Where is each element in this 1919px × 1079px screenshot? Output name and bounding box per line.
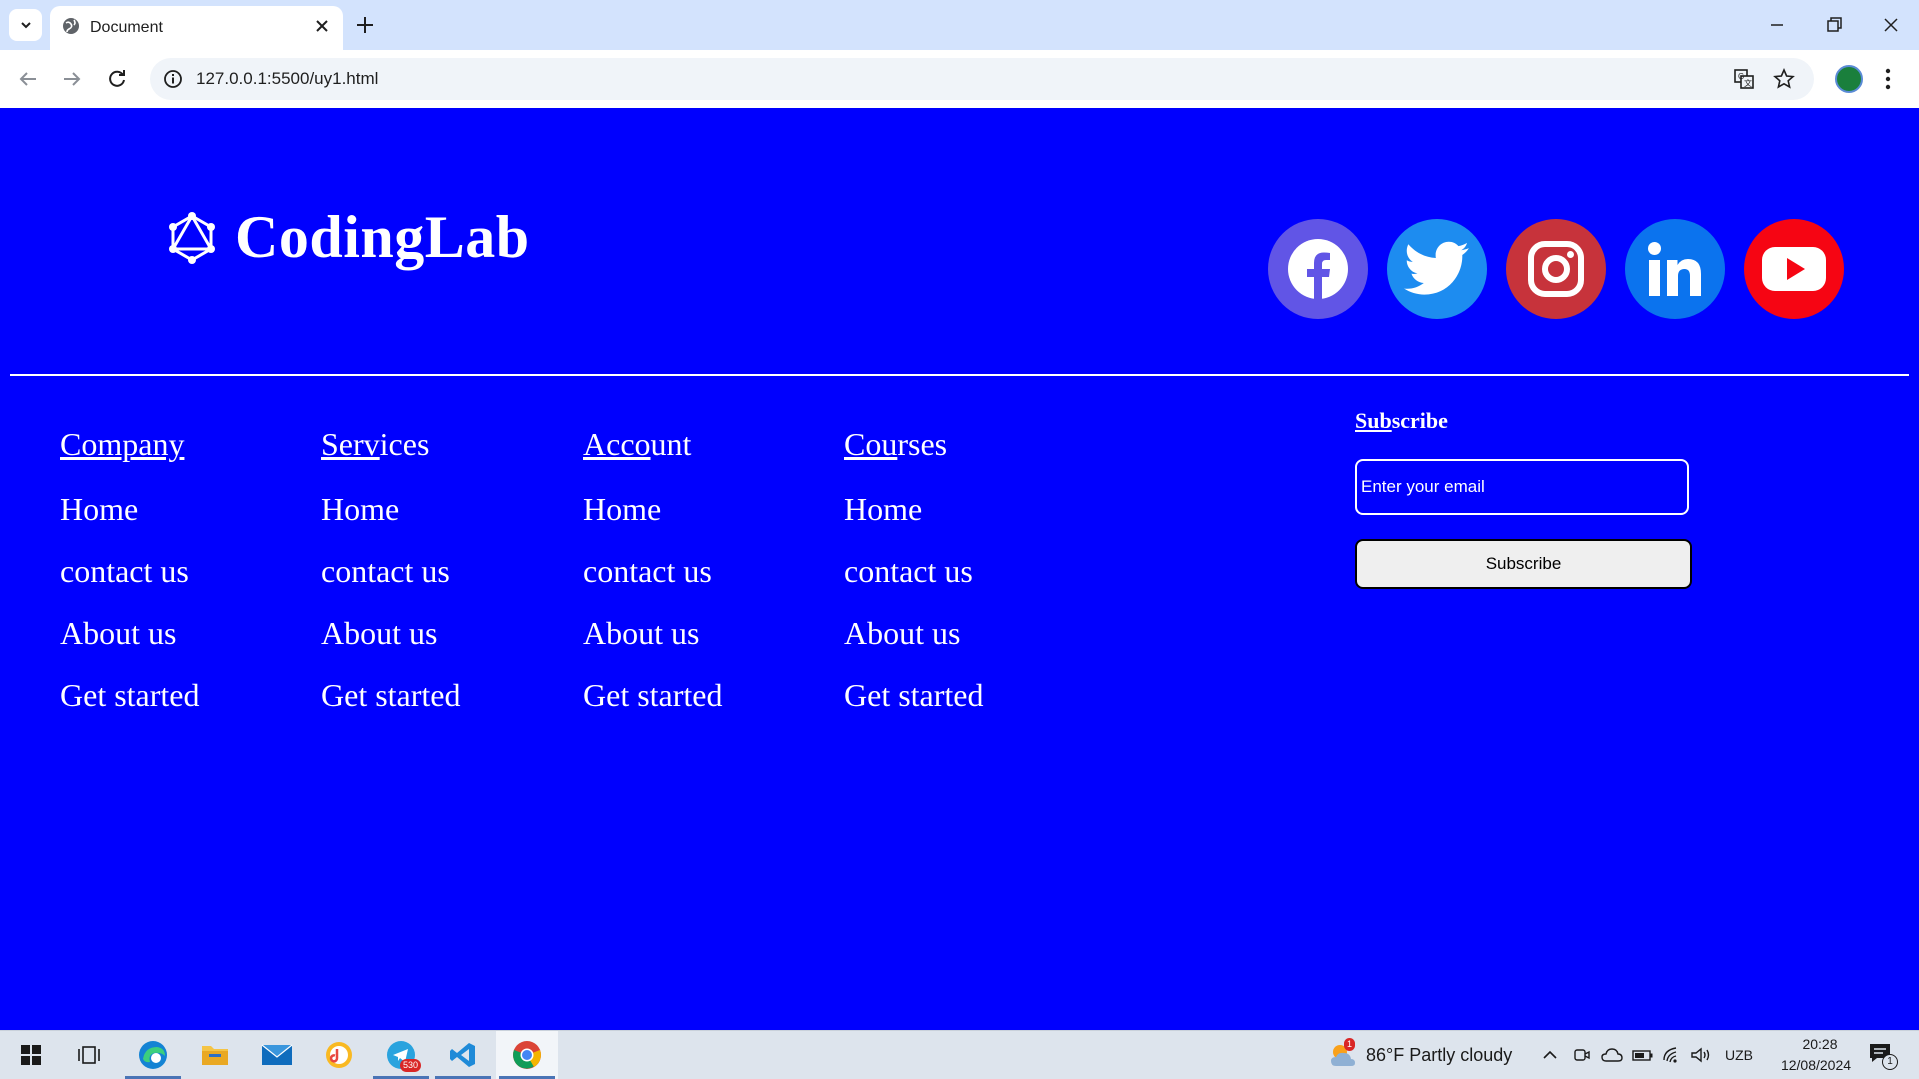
instagram-link[interactable] xyxy=(1506,219,1606,319)
column-account: Account Home contact us About us Get sta… xyxy=(583,426,723,739)
column-heading: Company xyxy=(60,426,185,462)
weather-text[interactable]: 86°F Partly cloudy xyxy=(1366,1045,1512,1066)
forward-arrow-icon[interactable] xyxy=(60,67,84,91)
footer-link-about[interactable]: About us xyxy=(583,615,723,677)
twitter-link[interactable] xyxy=(1387,219,1487,319)
footer-link-about[interactable]: About us xyxy=(844,615,984,677)
chrome-icon xyxy=(513,1041,541,1069)
taskbar-mail[interactable] xyxy=(246,1031,308,1079)
telegram-badge: 530 xyxy=(400,1059,422,1072)
footer-link-get-started[interactable]: Get started xyxy=(60,677,200,739)
mail-icon xyxy=(261,1044,293,1065)
taskbar-chrome[interactable] xyxy=(496,1031,558,1079)
new-tab-icon[interactable] xyxy=(353,13,377,37)
task-view-button[interactable] xyxy=(58,1031,120,1079)
volume-icon[interactable] xyxy=(1690,1046,1712,1064)
profile-avatar[interactable] xyxy=(1835,65,1863,93)
svg-text:文: 文 xyxy=(1744,78,1752,88)
footer-link-contact[interactable]: contact us xyxy=(844,553,984,615)
address-bar[interactable]: 127.0.0.1:5500/uy1.html G 文 xyxy=(150,58,1814,100)
site-info-icon[interactable] xyxy=(162,68,184,90)
globe-icon xyxy=(63,18,79,34)
minimize-icon[interactable] xyxy=(1763,12,1791,38)
column-heading: Account xyxy=(583,426,692,462)
translate-icon[interactable]: G 文 xyxy=(1733,68,1755,90)
battery-icon[interactable] xyxy=(1632,1046,1654,1064)
taskbar-vscode[interactable] xyxy=(432,1031,494,1079)
graphql-logo-icon xyxy=(169,211,215,264)
footer-link-home[interactable]: Home xyxy=(844,491,984,553)
column-courses: Courses Home contact us About us Get sta… xyxy=(844,426,984,739)
page-footer: CodingLab Company Home contact us About … xyxy=(0,108,1919,1030)
footer-link-about[interactable]: About us xyxy=(60,615,200,677)
footer-link-home[interactable]: Home xyxy=(321,491,461,553)
bookmark-star-icon[interactable] xyxy=(1773,68,1795,90)
restore-icon[interactable] xyxy=(1820,12,1848,38)
youtube-icon xyxy=(1762,247,1826,291)
footer-link-about[interactable]: About us xyxy=(321,615,461,677)
taskbar-telegram[interactable]: 530 xyxy=(370,1031,432,1079)
footer-link-get-started[interactable]: Get started xyxy=(321,677,461,739)
twitter-icon xyxy=(1404,241,1469,295)
edge-icon xyxy=(139,1041,167,1069)
weather-widget[interactable]: 1 xyxy=(1328,1038,1358,1070)
start-button[interactable] xyxy=(0,1031,62,1079)
folder-icon xyxy=(202,1046,228,1065)
divider xyxy=(10,374,1909,376)
windows-logo-icon xyxy=(21,1045,41,1065)
wifi-icon[interactable] xyxy=(1662,1046,1682,1064)
chevron-down-icon xyxy=(20,22,31,29)
column-company: Company Home contact us About us Get sta… xyxy=(60,426,200,739)
subscribe-heading: Subscribe xyxy=(1355,408,1448,433)
footer-link-home[interactable]: Home xyxy=(583,491,723,553)
meet-now-icon[interactable] xyxy=(1572,1046,1590,1064)
facebook-link[interactable] xyxy=(1268,219,1368,319)
taskbar-edge[interactable] xyxy=(122,1031,184,1079)
taskbar-file-explorer[interactable] xyxy=(184,1031,246,1079)
logo[interactable]: CodingLab xyxy=(165,203,530,272)
media-player-icon xyxy=(326,1042,352,1068)
email-input[interactable] xyxy=(1355,459,1689,515)
footer-link-get-started[interactable]: Get started xyxy=(844,677,984,739)
chevron-up-icon[interactable] xyxy=(1541,1046,1559,1064)
url-text: 127.0.0.1:5500/uy1.html xyxy=(196,69,379,88)
input-language[interactable]: UZB xyxy=(1725,1047,1753,1063)
footer-link-contact[interactable]: contact us xyxy=(60,553,200,615)
subscribe-button[interactable]: Subscribe xyxy=(1355,539,1692,589)
youtube-link[interactable] xyxy=(1744,219,1844,319)
back-arrow-icon[interactable] xyxy=(16,67,40,91)
browser-tab-bar: Document xyxy=(0,0,1919,50)
footer-link-contact[interactable]: contact us xyxy=(321,553,461,615)
notification-count: 1 xyxy=(1882,1054,1898,1070)
task-view-icon xyxy=(78,1046,100,1064)
tab-search-button[interactable] xyxy=(9,9,42,41)
column-heading: Courses xyxy=(844,426,948,462)
facebook-icon xyxy=(1288,239,1348,299)
windows-taskbar: 530 1 86°F Partly cloudy UZB 20:28 12/08… xyxy=(0,1030,1919,1079)
browser-tab[interactable]: Document xyxy=(50,6,343,50)
clock-date[interactable]: 12/08/2024 xyxy=(1770,1057,1862,1073)
footer-link-contact[interactable]: contact us xyxy=(583,553,723,615)
close-window-icon[interactable] xyxy=(1877,12,1905,38)
more-menu-icon[interactable] xyxy=(1884,66,1892,92)
logo-text: CodingLab xyxy=(235,204,530,270)
vscode-icon xyxy=(450,1043,475,1067)
tab-title: Document xyxy=(90,19,163,36)
onedrive-cloud-icon[interactable] xyxy=(1601,1046,1623,1064)
notification-center[interactable]: 1 xyxy=(1868,1042,1898,1070)
close-tab-icon[interactable] xyxy=(313,17,331,35)
browser-toolbar: 127.0.0.1:5500/uy1.html G 文 xyxy=(0,50,1919,108)
column-heading: Services xyxy=(321,426,430,462)
weather-alert-badge: 1 xyxy=(1344,1038,1356,1051)
instagram-icon xyxy=(1528,241,1584,297)
clock-time[interactable]: 20:28 xyxy=(1790,1036,1850,1052)
footer-link-home[interactable]: Home xyxy=(60,491,200,553)
linkedin-icon xyxy=(1648,242,1701,296)
reload-icon[interactable] xyxy=(105,67,129,91)
footer-link-get-started[interactable]: Get started xyxy=(583,677,723,739)
taskbar-media-app[interactable] xyxy=(308,1031,370,1079)
linkedin-link[interactable] xyxy=(1625,219,1725,319)
column-services: Services Home contact us About us Get st… xyxy=(321,426,461,739)
